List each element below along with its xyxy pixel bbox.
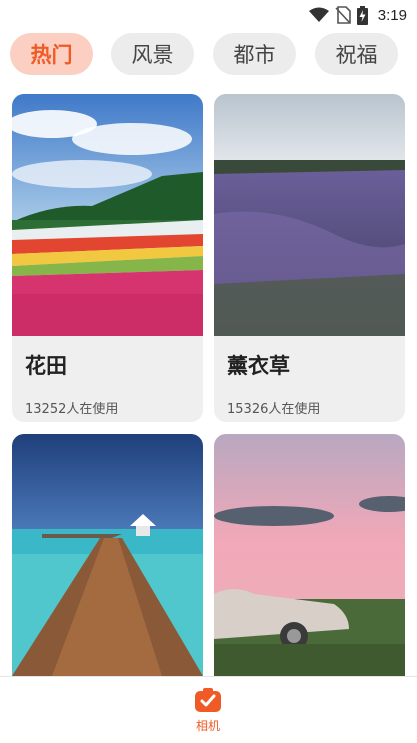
card-usage-count: 15326人在使用 [227, 402, 321, 417]
flower-field-image [12, 94, 203, 336]
card-info: 花田 13252人在使用 [12, 336, 203, 422]
pier-image [12, 434, 203, 676]
nav-camera[interactable]: 相机 [188, 687, 228, 734]
template-card-flower-field[interactable]: 花田 13252人在使用 [12, 94, 203, 422]
bottom-nav: 相机 [0, 676, 417, 743]
template-grid: 花田 13252人在使用 薰衣草 15326人在使用 [0, 0, 417, 743]
card-title: 薰衣草 [227, 354, 290, 378]
camera-icon [195, 688, 221, 712]
pink-sky-car-image [214, 434, 405, 676]
card-info: 薰衣草 15326人在使用 [214, 336, 405, 422]
card-title: 花田 [25, 354, 67, 378]
nav-camera-label: 相机 [195, 719, 220, 733]
lavender-image [214, 94, 405, 336]
template-card-lavender[interactable]: 薰衣草 15326人在使用 [214, 94, 405, 422]
card-usage-count: 13252人在使用 [25, 402, 119, 417]
